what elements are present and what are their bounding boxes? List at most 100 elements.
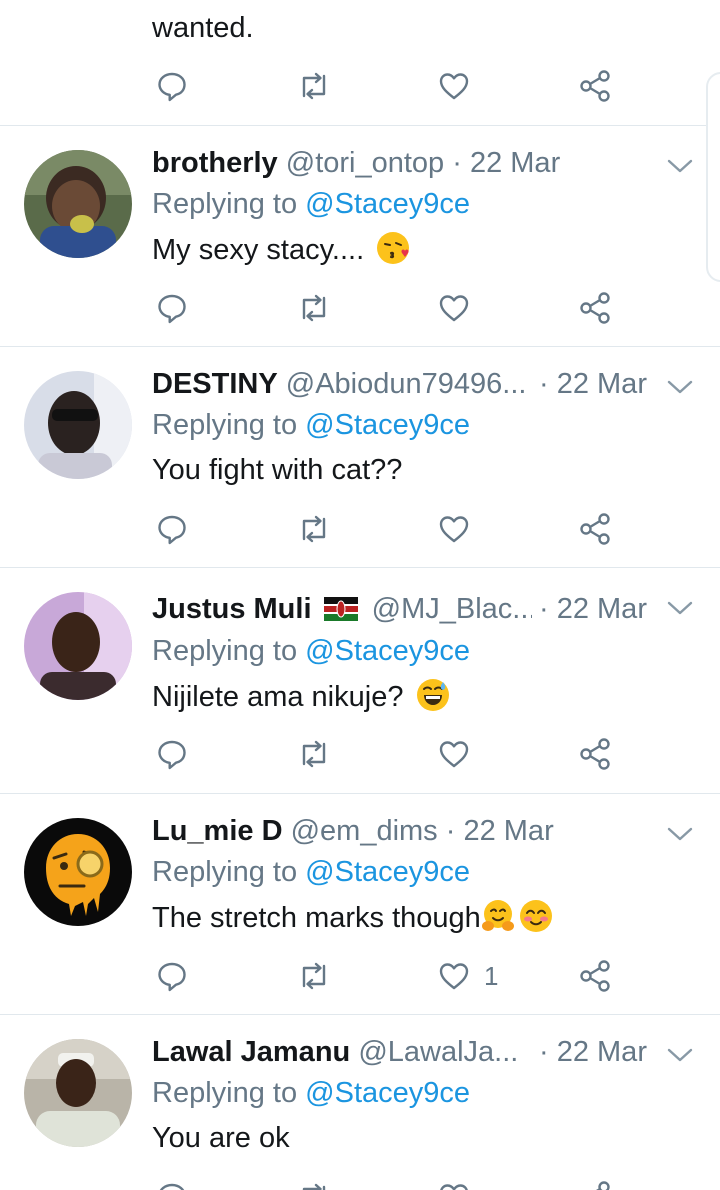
like-button[interactable] (438, 1177, 484, 1190)
tweet-date[interactable]: · 22 Mar (539, 367, 647, 401)
mention-link[interactable]: @Stacey9ce (305, 409, 470, 441)
heart-icon (439, 295, 469, 322)
user-handle[interactable]: @em_dims (291, 815, 438, 847)
tweet-date[interactable]: · 22 Mar (539, 592, 647, 626)
replying-to: Replying to @Stacey9ce (152, 634, 470, 668)
display-name[interactable]: Lawal Jamanu (152, 1036, 350, 1068)
user-handle[interactable]: @MJ_Blac... (372, 593, 532, 625)
display-name[interactable]: Justus Muli (152, 593, 312, 625)
mention-link[interactable]: @Stacey9ce (305, 1077, 470, 1109)
replying-to: Replying to @Stacey9ce (152, 187, 470, 221)
chevron-down-icon[interactable] (666, 377, 694, 397)
tweet-item[interactable]: Justus Muli @MJ_Blac... · 22 Mar Replyin… (0, 568, 720, 793)
mention-link[interactable]: @Stacey9ce (305, 856, 470, 888)
replying-to: Replying to @Stacey9ce (152, 855, 470, 889)
mention-link[interactable]: @Stacey9ce (305, 188, 470, 220)
tweet-item[interactable]: Lu_mie D @em_dims · 22 Mar Replying to @… (0, 794, 720, 1014)
reply-button[interactable] (156, 734, 188, 774)
share-button[interactable] (578, 288, 612, 328)
tweet-header: Justus Muli @MJ_Blac... (152, 592, 532, 626)
retweet-button[interactable] (296, 509, 332, 549)
reply-icon (158, 294, 186, 324)
tweet-body: You fight with cat?? (152, 454, 403, 486)
previous-tweet-actions (0, 66, 720, 106)
tweet-actions (0, 734, 720, 774)
share-button[interactable] (578, 956, 612, 996)
replying-prefix: Replying to (152, 1077, 306, 1109)
tweet-item[interactable]: DESTINY @Abiodun79496... · 22 Mar Replyi… (0, 347, 720, 567)
user-handle[interactable]: @tori_ontop (286, 147, 444, 179)
display-name[interactable]: DESTINY (152, 368, 278, 400)
avatar[interactable] (24, 818, 132, 926)
reply-icon (158, 72, 186, 102)
tweet-text: Nijilete ama nikuje? (152, 678, 450, 715)
tweet-text: You fight with cat?? (152, 452, 402, 488)
retweet-button[interactable] (296, 734, 332, 774)
tweet-date[interactable]: · 22 Mar (452, 147, 560, 179)
reply-button[interactable] (156, 956, 188, 996)
retweet-icon (302, 72, 326, 100)
retweet-icon (302, 740, 326, 768)
tweet-item[interactable]: Lawal Jamanu @LawalJa... · 22 Mar Replyi… (0, 1015, 720, 1190)
hugging-face-emoji-icon (481, 900, 514, 931)
user-handle[interactable]: @Abiodun79496... (286, 368, 527, 400)
retweet-icon (302, 515, 326, 543)
retweet-button[interactable] (296, 956, 332, 996)
like-button[interactable]: 1 (438, 956, 498, 996)
tweet-text: My sexy stacy.... (152, 231, 410, 268)
like-button[interactable] (438, 288, 484, 328)
reply-button[interactable] (156, 509, 188, 549)
previous-tweet-text: wanted. (152, 12, 254, 44)
like-button[interactable] (438, 509, 484, 549)
tweet-date[interactable]: · 22 Mar (539, 1035, 647, 1069)
tweet-item[interactable]: brotherly @tori_ontop · 22 Mar Replying … (0, 126, 720, 346)
replying-to: Replying to @Stacey9ce (152, 1076, 470, 1110)
reply-button[interactable] (156, 288, 188, 328)
share-icon (580, 292, 610, 324)
retweet-icon (302, 1183, 326, 1190)
reply-icon (159, 1183, 185, 1190)
replying-prefix: Replying to (152, 635, 306, 667)
grinning-sweat-emoji-icon (416, 679, 449, 711)
replying-prefix: Replying to (152, 409, 306, 441)
reply-icon (158, 740, 186, 770)
tweet-body: My sexy stacy.... (152, 234, 365, 266)
display-name[interactable]: Lu_mie D (152, 815, 283, 847)
tweet-body: The stretch marks though (152, 902, 481, 934)
chevron-down-icon[interactable] (666, 156, 694, 176)
chevron-down-icon[interactable] (666, 824, 694, 844)
reply-button[interactable] (156, 1177, 188, 1190)
reply-button[interactable] (156, 66, 188, 106)
replies-timeline: wanted. brotherly @tori_ontop · 22 Mar R… (0, 0, 720, 1190)
mention-link[interactable]: @Stacey9ce (305, 635, 470, 667)
display-name[interactable]: brotherly (152, 147, 278, 179)
avatar[interactable] (24, 371, 132, 479)
face-blowing-kiss-emoji-icon (377, 232, 410, 264)
like-button[interactable] (438, 734, 484, 774)
share-button[interactable] (578, 1177, 612, 1190)
avatar[interactable] (24, 150, 132, 258)
reply-icon (158, 515, 186, 545)
heart-icon (439, 73, 469, 100)
tweet-date[interactable]: · 22 Mar (446, 815, 554, 847)
chevron-down-icon[interactable] (666, 598, 694, 618)
share-button[interactable] (578, 734, 612, 774)
retweet-button[interactable] (296, 1177, 332, 1190)
share-icon (580, 738, 610, 770)
retweet-button[interactable] (296, 288, 332, 328)
retweet-icon (302, 294, 326, 322)
like-button[interactable] (438, 66, 470, 106)
share-button[interactable] (578, 66, 612, 106)
retweet-button[interactable] (296, 66, 332, 106)
replying-prefix: Replying to (152, 188, 306, 220)
tweet-actions (0, 288, 720, 328)
avatar[interactable] (24, 592, 132, 700)
tweet-actions (0, 1177, 720, 1190)
retweet-icon (302, 962, 326, 990)
share-button[interactable] (578, 509, 612, 549)
tweet-header: Lu_mie D @em_dims · 22 Mar (152, 814, 652, 848)
user-handle[interactable]: @LawalJa... (358, 1036, 518, 1068)
replying-prefix: Replying to (152, 856, 306, 888)
avatar[interactable] (24, 1039, 132, 1147)
chevron-down-icon[interactable] (666, 1045, 694, 1065)
